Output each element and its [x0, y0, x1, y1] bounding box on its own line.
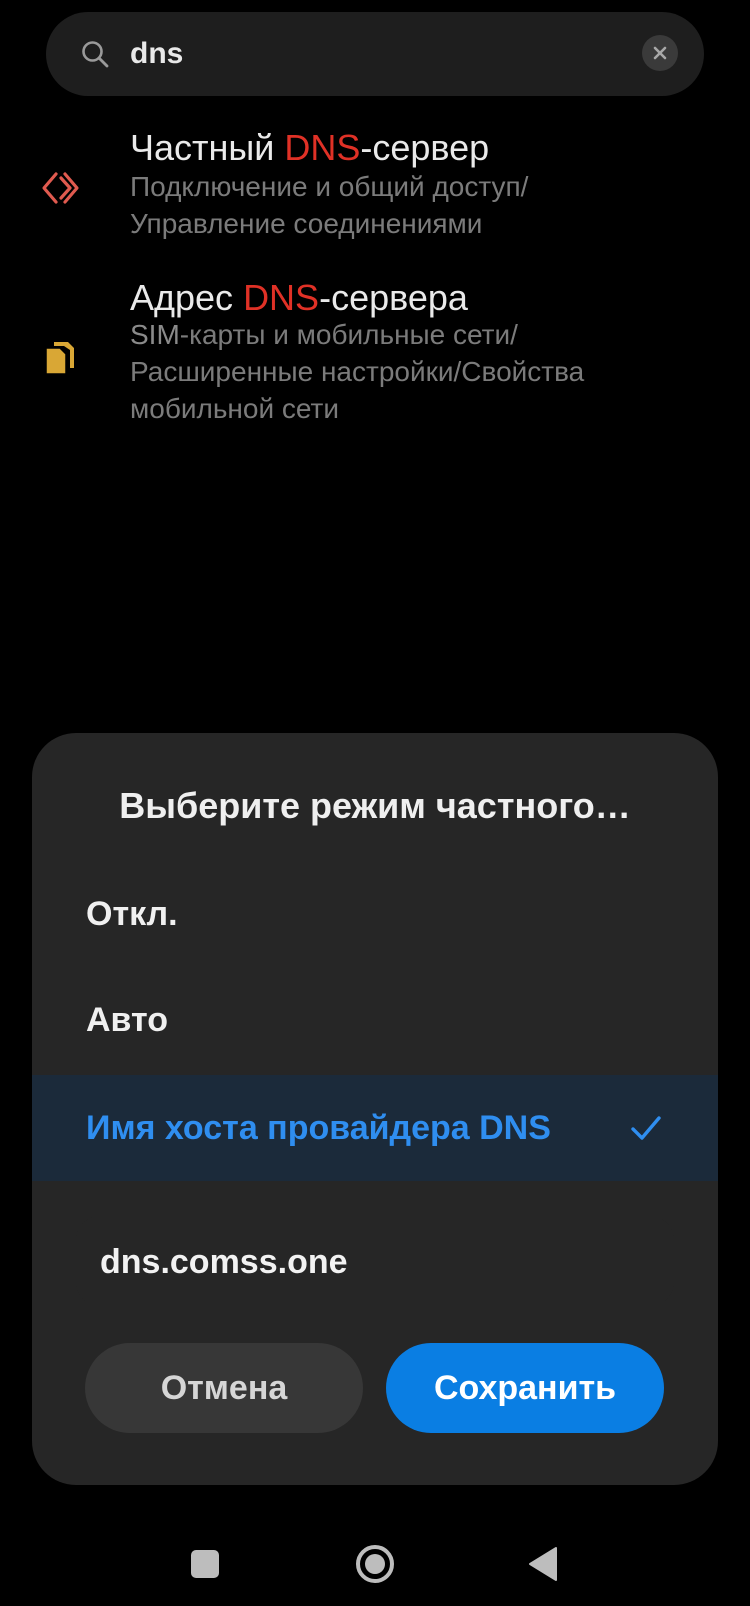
search-input[interactable]: dns — [130, 34, 183, 74]
search-icon — [82, 41, 109, 68]
option-off[interactable]: Откл. — [32, 861, 718, 967]
option-auto[interactable]: Авто — [32, 967, 718, 1073]
result-path: Подключение и общий доступ/ Управление с… — [130, 171, 529, 239]
hostname-input[interactable] — [98, 1216, 662, 1308]
sim-cards-icon — [45, 342, 74, 375]
search-bar[interactable]: dns — [46, 12, 704, 96]
result-title: Адрес DNS-сервера — [130, 277, 468, 318]
option-label: Авто — [86, 1001, 168, 1039]
back-icon[interactable] — [522, 1542, 566, 1586]
cancel-button[interactable]: Отмена — [85, 1343, 363, 1433]
recents-icon[interactable] — [183, 1542, 227, 1586]
option-label: Откл. — [86, 895, 178, 933]
option-hostname[interactable]: Имя хоста провайдера DNS — [32, 1075, 718, 1181]
checkmark-icon — [631, 1116, 661, 1140]
result-private-dns[interactable]: Частный DNS-сервер Подключение и общий д… — [0, 128, 750, 248]
option-label: Имя хоста провайдера DNS — [86, 1109, 551, 1147]
navigation-bar — [0, 1520, 750, 1606]
result-path: SIM-карты и мобильные сети/ Расширенные … — [130, 319, 585, 424]
hostname-field[interactable] — [76, 1216, 674, 1308]
clear-icon[interactable] — [642, 35, 678, 71]
result-dns-address[interactable]: Адрес DNS-сервера SIM-карты и мобильные … — [0, 278, 750, 438]
private-dns-dialog: Выберите режим частного… Откл. Авто Имя … — [32, 733, 718, 1485]
result-title: Частный DNS-сервер — [130, 127, 490, 168]
home-icon[interactable] — [353, 1542, 397, 1586]
save-button[interactable]: Сохранить — [386, 1343, 664, 1433]
connection-icon — [42, 172, 79, 204]
dialog-title: Выберите режим частного… — [119, 785, 631, 826]
